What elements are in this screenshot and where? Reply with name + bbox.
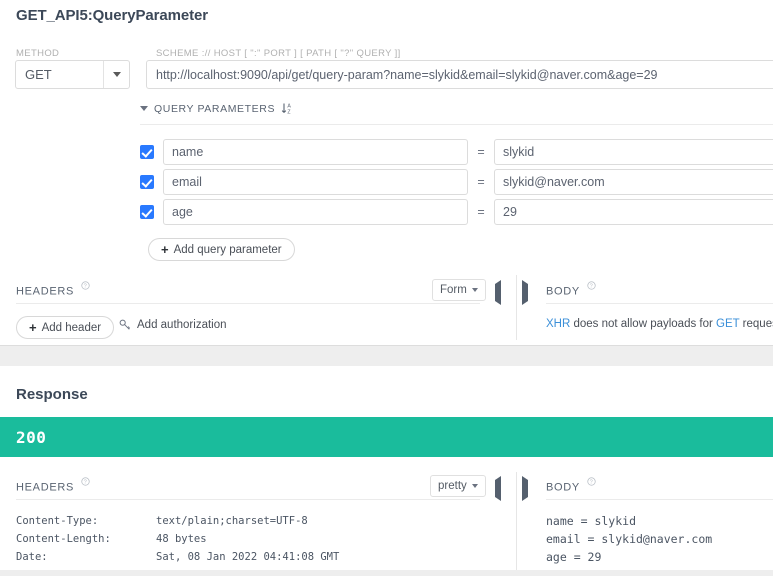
xhr-link[interactable]: XHR: [546, 318, 570, 330]
response-headers-label: HEADERS ?: [16, 477, 90, 494]
response-split-divider: [516, 472, 517, 576]
xhr-note-suffix: request.: [742, 318, 773, 330]
chevron-down-icon: [471, 288, 478, 292]
query-parameter-value-input[interactable]: slykid@naver.com: [494, 169, 773, 195]
query-parameter-value-input[interactable]: slykid: [494, 139, 773, 165]
plus-icon: +: [161, 242, 169, 257]
table-row: Content-Type: text/plain;charset=UTF-8: [16, 512, 339, 530]
xhr-payload-note: XHR does not allow payloads for GET requ…: [546, 318, 773, 330]
chevron-down-icon: [471, 484, 478, 488]
response-body-view-value: pretty: [438, 480, 467, 492]
method-caret-box[interactable]: [103, 61, 129, 88]
request-panel: GET_API5:QueryParameter METHOD SCHEME :/…: [0, 0, 773, 346]
add-header-label: Add header: [41, 321, 102, 334]
response-collapse-left-button[interactable]: [495, 476, 501, 501]
header-value: text/plain;charset=UTF-8: [156, 515, 308, 527]
query-parameter-value-input[interactable]: 29: [494, 199, 773, 225]
svg-text:?: ?: [589, 284, 593, 290]
query-parameters-header[interactable]: QUERY PARAMETERS A Z: [140, 102, 294, 115]
url-input[interactable]: http://localhost:9090/api/get/query-para…: [146, 60, 773, 89]
response-body-view-select[interactable]: pretty: [430, 475, 486, 497]
panel-gap: [0, 347, 773, 366]
query-parameter-checkbox[interactable]: [140, 205, 154, 219]
chevron-down-icon: [112, 72, 121, 77]
request-collapse-right-button[interactable]: [522, 280, 528, 305]
status-badge: 200: [16, 427, 47, 447]
query-parameter-checkbox[interactable]: [140, 175, 154, 189]
add-query-parameter-label: Add query parameter: [173, 243, 282, 256]
svg-text:?: ?: [84, 480, 88, 486]
query-parameters-divider: [140, 124, 773, 125]
request-body-label: BODY ?: [546, 281, 596, 298]
response-body-content: name = slykid email = slykid@naver.com a…: [546, 514, 713, 564]
query-parameter-key-input[interactable]: age: [163, 199, 468, 225]
url-format-label: SCHEME :// HOST [ ":" PORT ] [ PATH [ "?…: [156, 48, 401, 59]
add-query-parameter-button[interactable]: + Add query parameter: [148, 238, 295, 261]
triangle-left-icon: [495, 280, 501, 305]
query-parameter-row: email = slykid@naver.com: [140, 169, 773, 195]
request-body-view-select[interactable]: Form: [432, 279, 486, 301]
response-title: Response: [16, 386, 88, 403]
query-parameter-checkbox[interactable]: [140, 145, 154, 159]
query-parameters-label: QUERY PARAMETERS: [154, 102, 276, 115]
page-title: GET_API5:QueryParameter: [16, 7, 208, 24]
request-headers-rule: [16, 303, 480, 304]
xhr-note-middle: does not allow payloads for: [570, 318, 717, 330]
horizontal-scrollbar[interactable]: [0, 570, 773, 576]
equals-sign: =: [477, 205, 485, 219]
response-collapse-right-button[interactable]: [522, 476, 528, 501]
question-circle-icon[interactable]: ?: [81, 477, 90, 486]
method-label: METHOD: [16, 48, 60, 59]
get-method-link[interactable]: GET: [716, 318, 739, 330]
svg-text:Z: Z: [287, 110, 290, 115]
query-parameter-row: age = 29: [140, 199, 773, 225]
add-authorization-label: Add authorization: [137, 319, 227, 331]
method-select-value: GET: [25, 67, 52, 82]
add-header-button[interactable]: + Add header: [16, 316, 115, 339]
triangle-left-icon: [495, 476, 501, 501]
request-collapse-left-button[interactable]: [495, 280, 501, 305]
request-body-text: BODY: [546, 285, 580, 298]
response-body-rule: [546, 499, 773, 500]
request-headers-text: HEADERS: [16, 285, 75, 298]
header-name: Date:: [16, 551, 48, 563]
svg-text:?: ?: [589, 480, 593, 486]
equals-sign: =: [477, 145, 485, 159]
triangle-right-icon: [522, 476, 528, 501]
header-name: Content-Length:: [16, 533, 111, 545]
question-circle-icon[interactable]: ?: [586, 281, 596, 290]
key-icon: [119, 319, 131, 330]
add-authorization-button[interactable]: Add authorization: [119, 319, 227, 331]
request-split-divider: [516, 275, 517, 340]
svg-text:A: A: [287, 103, 291, 109]
table-row: Date: Sat, 08 Jan 2022 04:41:08 GMT: [16, 548, 339, 566]
query-parameter-key-input[interactable]: name: [163, 139, 468, 165]
plus-icon: +: [29, 320, 37, 335]
table-row: Content-Length: 48 bytes: [16, 530, 339, 548]
response-headers-text: HEADERS: [16, 481, 75, 494]
chevron-down-icon: [140, 106, 148, 111]
response-headers-rule: [16, 499, 480, 500]
response-headers-table: Content-Type: text/plain;charset=UTF-8 C…: [16, 512, 339, 566]
response-body-label: BODY ?: [546, 477, 596, 494]
request-body-rule: [546, 303, 773, 304]
method-select[interactable]: GET: [15, 60, 130, 89]
response-body-text: BODY: [546, 481, 580, 494]
header-value: Sat, 08 Jan 2022 04:41:08 GMT: [156, 551, 340, 563]
question-circle-icon[interactable]: ?: [586, 477, 596, 486]
response-status-bar: 200: [0, 417, 773, 457]
query-parameter-row: name = slykid: [140, 139, 773, 165]
equals-sign: =: [477, 175, 485, 189]
header-name: Content-Type:: [16, 515, 99, 527]
rest-client-window: GET_API5:QueryParameter METHOD SCHEME :/…: [0, 0, 773, 576]
query-parameter-key-input[interactable]: email: [163, 169, 468, 195]
question-circle-icon[interactable]: ?: [81, 281, 90, 290]
svg-text:?: ?: [84, 284, 88, 290]
sort-az-icon[interactable]: A Z: [281, 102, 294, 115]
request-body-view-value: Form: [440, 284, 467, 296]
header-value: 48 bytes: [156, 533, 207, 545]
triangle-right-icon: [522, 280, 528, 305]
request-headers-label: HEADERS ?: [16, 281, 90, 298]
